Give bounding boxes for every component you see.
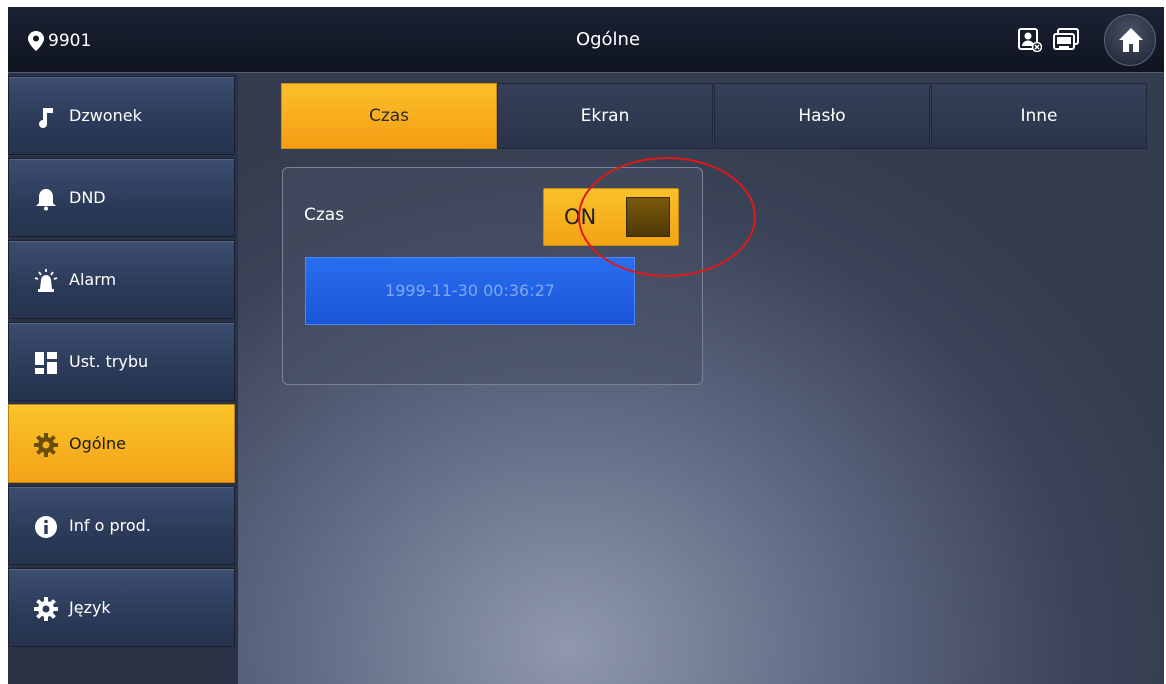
monitor-icon[interactable] [1053,28,1079,52]
sidebar-item-label: Inf o prod. [69,516,151,535]
grid-icon [35,352,57,374]
auto-time-toggle[interactable]: ON [543,188,679,246]
tab-ekran[interactable]: Ekran [497,83,713,149]
contact-card-icon[interactable] [1018,28,1042,52]
page-title: Ogólne [575,29,641,50]
sidebar-item-label: Dzwonek [69,106,142,125]
sidebar-item-ogolne[interactable]: Ogólne [8,404,235,483]
tab-haslo[interactable]: Hasło [714,83,930,149]
sidebar-item-label: Język [69,598,111,617]
sidebar: Dzwonek DND Alarm Ust. trybu Ogólne Inf … [8,73,238,684]
toggle-knob [626,197,670,237]
sidebar-item-ust-trybu[interactable]: Ust. trybu [8,322,235,401]
sidebar-item-inf-o-prod[interactable]: Inf o prod. [8,486,235,565]
siren-icon [34,269,58,292]
home-icon [1119,28,1143,52]
toggle-state-label: ON [564,205,597,229]
datetime-field[interactable]: 1999-11-30 00:36:27 [305,257,635,325]
tab-inne[interactable]: Inne [931,83,1147,149]
top-bar: 9901 Ogólne [8,7,1164,73]
sidebar-item-dzwonek[interactable]: Dzwonek [8,76,235,155]
sidebar-item-label: DND [69,188,106,207]
location-pin-icon [28,31,44,51]
tab-czas[interactable]: Czas [281,83,497,149]
bell-icon [36,189,56,211]
screen: 9901 Ogólne Dzwonek DND Alarm Ust. trybu… [8,7,1164,684]
sidebar-item-label: Ogólne [69,434,126,453]
sidebar-item-jezyk[interactable]: Język [8,568,235,647]
room-number: 9901 [48,31,92,51]
time-setting-label: Czas [304,205,345,225]
sidebar-item-label: Ust. trybu [69,352,149,371]
sidebar-item-label: Alarm [69,270,117,289]
music-note-icon [39,108,53,128]
home-button[interactable] [1104,14,1156,66]
info-icon [35,516,57,538]
sidebar-item-dnd[interactable]: DND [8,158,235,237]
gear-icon [34,433,58,457]
tab-bar: Czas Ekran Hasło Inne [281,83,1147,149]
gear-icon [34,597,58,621]
sidebar-item-alarm[interactable]: Alarm [8,240,235,319]
